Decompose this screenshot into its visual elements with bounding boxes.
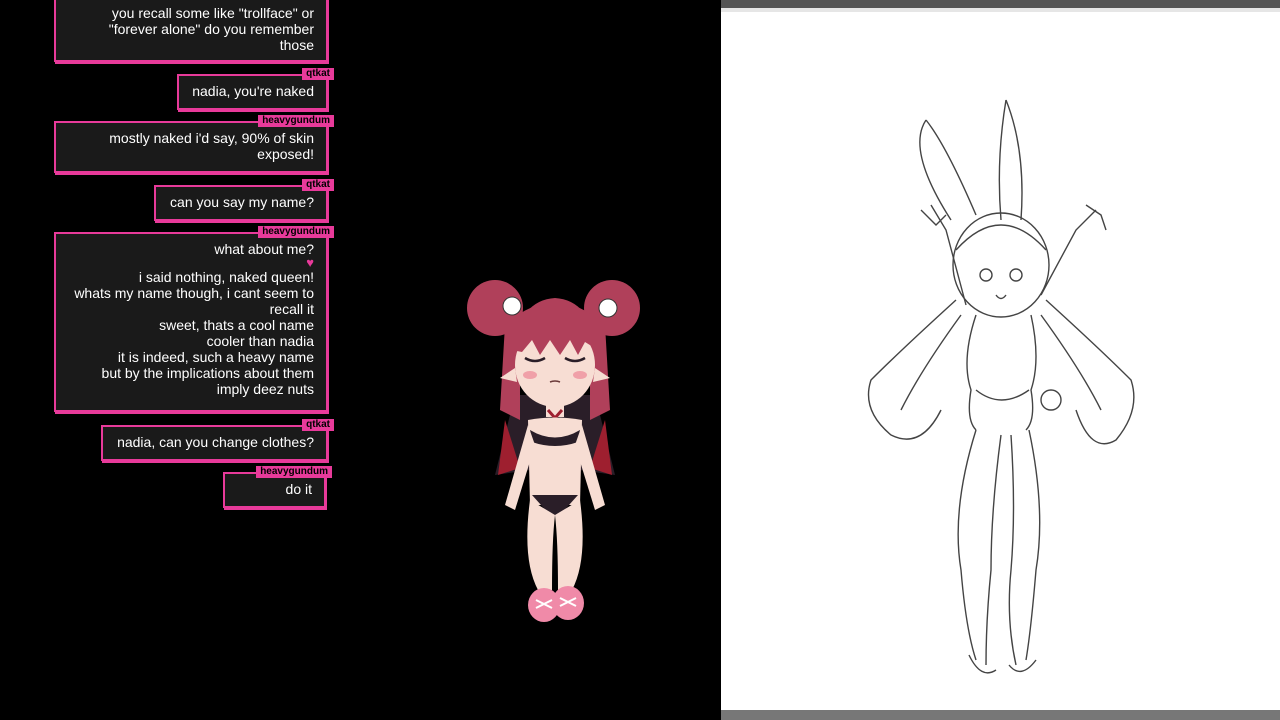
chat-message-line: exposed! <box>257 146 314 162</box>
chat-message-line: "forever alone" do you remember <box>108 21 314 37</box>
username-badge: qtkat <box>302 179 334 191</box>
username-badge: qtkat <box>302 419 334 431</box>
chat-message-line: do it <box>285 481 312 497</box>
bunny-girl-sketch <box>867 99 1135 674</box>
chat-message-line: cooler than nadia <box>206 333 314 349</box>
canvas-ruler-strip <box>721 8 1280 12</box>
chat-message: heavygundum what about me? ♥ i said noth… <box>54 226 334 412</box>
chat-panel: you recall some like "trollface" or "for… <box>0 0 340 720</box>
chat-message: qtkat nadia, you're naked <box>177 68 334 110</box>
chat-message: qtkat nadia, can you change clothes? <box>101 419 334 461</box>
chat-message: qtkat can you say my name? <box>154 179 334 221</box>
username-badge: heavygundum <box>258 115 334 127</box>
chat-message-line: can you say my name? <box>170 194 314 210</box>
chat-message-line: sweet, thats a cool name <box>159 317 314 333</box>
chat-message: you recall some like "trollface" or "for… <box>54 0 328 62</box>
chat-message-line: nadia, can you change clothes? <box>117 434 314 450</box>
chat-message-line: but by the implications about them <box>101 365 314 381</box>
chat-message: heavygundum do it <box>223 466 332 508</box>
canvas-scrollbar[interactable] <box>721 710 1280 720</box>
chat-message-line: recall it <box>269 301 314 317</box>
chat-message-line: you recall some like "trollface" or <box>111 5 314 21</box>
chat-message-line: whats my name though, i cant seem to <box>74 285 314 301</box>
username-badge: qtkat <box>302 68 334 80</box>
vtuber-avatar <box>467 280 640 622</box>
drawing-canvas[interactable] <box>721 0 1280 720</box>
chat-message: heavygundum mostly naked i'd say, 90% of… <box>54 115 334 173</box>
chat-message-line: those <box>279 37 314 53</box>
username-badge: heavygundum <box>256 466 332 478</box>
chat-message-line: it is indeed, such a heavy name <box>117 349 314 365</box>
canvas-toolbar-strip <box>721 0 1280 8</box>
username-badge: heavygundum <box>258 226 334 238</box>
chat-message-line: imply deez nuts <box>216 381 314 397</box>
chat-message-line: nadia, you're naked <box>192 83 314 99</box>
chat-message-line: mostly naked i'd say, 90% of skin <box>109 130 314 146</box>
chat-message-line: i said nothing, naked queen! <box>138 269 314 285</box>
